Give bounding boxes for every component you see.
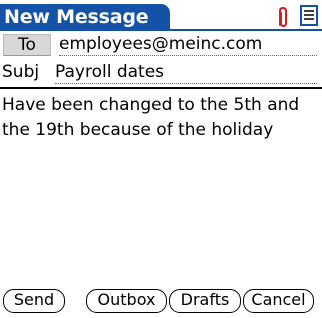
page-title: New Message [4, 6, 149, 28]
outbox-button[interactable]: Outbox [86, 289, 167, 313]
to-field[interactable]: employees@meinc.com [59, 34, 317, 56]
message-body[interactable]: Have been changed to the 5th and the 19t… [2, 93, 320, 143]
menu-document-icon[interactable] [300, 5, 318, 27]
to-button[interactable]: To [3, 34, 51, 56]
title-rule [0, 29, 322, 31]
subject-label: Subj [2, 62, 40, 82]
send-button[interactable]: Send [3, 289, 65, 313]
subject-field[interactable]: Payroll dates [55, 62, 317, 84]
title-tab[interactable]: New Message [0, 4, 170, 30]
paperclip-icon[interactable] [275, 6, 291, 28]
cancel-button[interactable]: Cancel [243, 289, 314, 313]
body-divider [0, 87, 322, 89]
drafts-button[interactable]: Drafts [169, 289, 241, 313]
